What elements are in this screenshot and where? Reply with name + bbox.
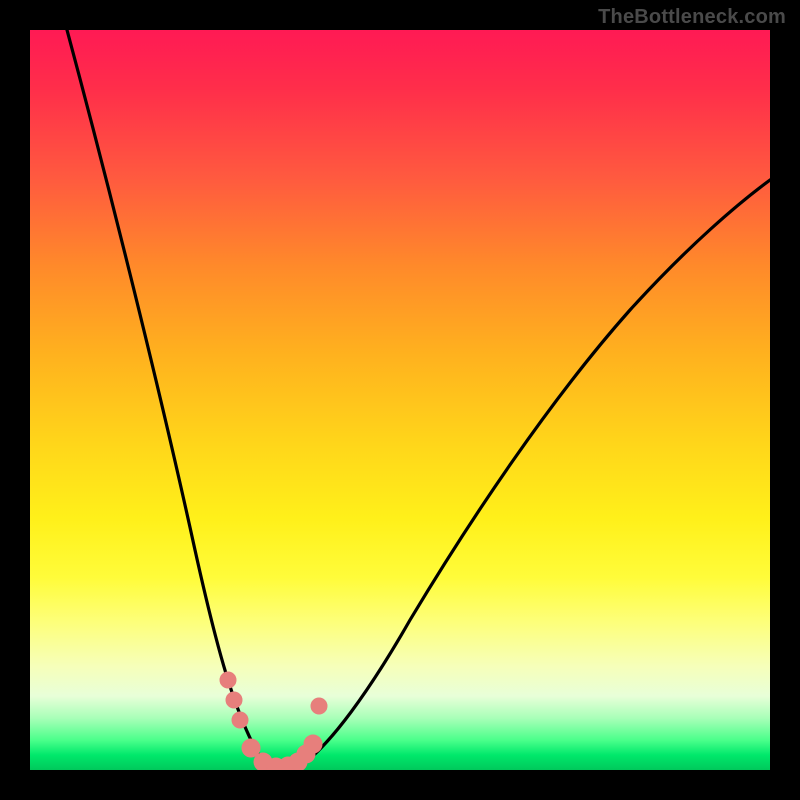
chart-frame: TheBottleneck.com <box>0 0 800 800</box>
marker-dot <box>242 739 260 757</box>
curve-layer <box>30 30 770 770</box>
marker-group <box>220 672 327 770</box>
marker-dot <box>311 698 327 714</box>
marker-dot <box>220 672 236 688</box>
marker-dot <box>304 735 322 753</box>
marker-dot <box>226 692 242 708</box>
watermark-text: TheBottleneck.com <box>598 6 786 29</box>
marker-dot <box>232 712 248 728</box>
plot-area <box>30 30 770 770</box>
bottleneck-curve <box>67 30 770 770</box>
